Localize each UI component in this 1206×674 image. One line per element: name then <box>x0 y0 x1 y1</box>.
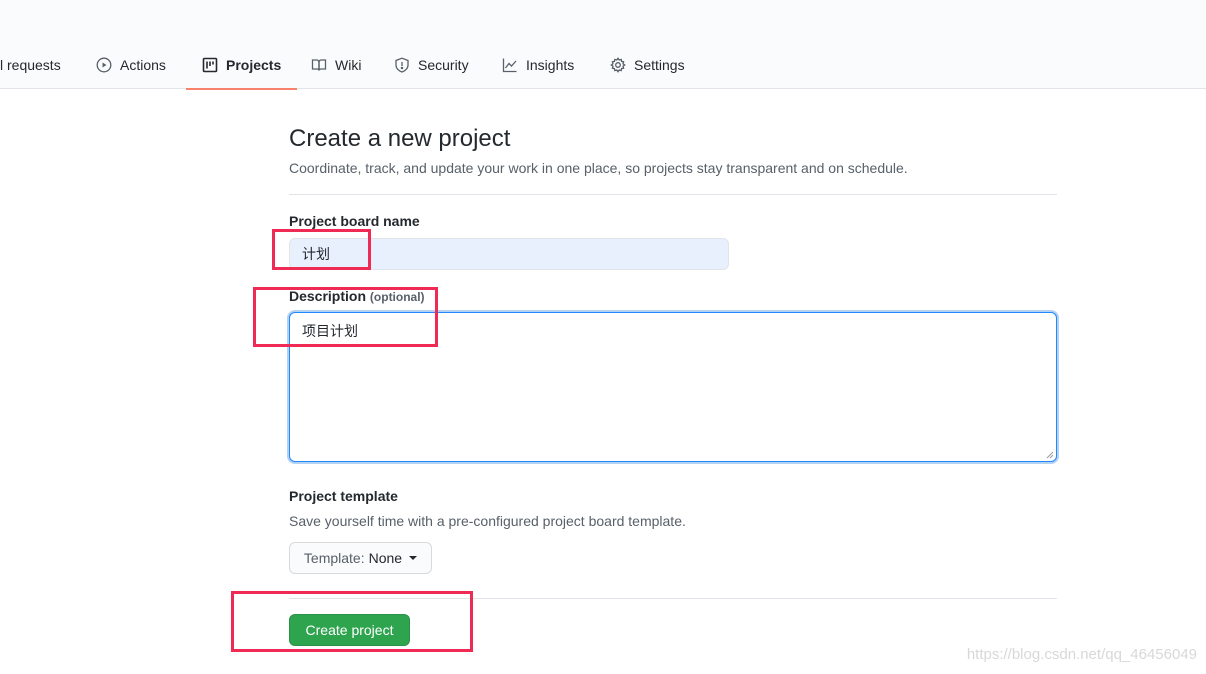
gear-icon <box>610 56 626 73</box>
play-icon <box>96 57 112 72</box>
tab-settings[interactable]: Settings <box>610 40 685 89</box>
repo-nav: l requests Actions Projects Wiki Securit… <box>0 0 1206 90</box>
tab-label: Security <box>418 56 469 73</box>
tab-wiki[interactable]: Wiki <box>311 40 361 89</box>
tab-label: Insights <box>526 56 575 73</box>
annotation-box-description <box>253 287 438 347</box>
template-prefix: Template: <box>303 550 365 566</box>
tab-label: Projects <box>226 56 282 73</box>
template-note: Save yourself time with a pre-configured… <box>289 513 686 529</box>
tab-label: Settings <box>634 56 685 73</box>
template-value: None <box>368 550 403 566</box>
graph-icon <box>502 58 517 72</box>
caret-down-icon <box>409 556 418 560</box>
page-title: Create a new project <box>289 125 511 152</box>
project-name-label: Project board name <box>289 213 420 229</box>
tab-pull-requests[interactable]: l requests <box>0 40 61 89</box>
new-project-form: Create a new project Coordinate, track, … <box>289 123 1057 646</box>
annotation-box-name <box>272 229 371 270</box>
page-subtitle: Coordinate, track, and update your work … <box>289 160 908 176</box>
tab-actions[interactable]: Actions <box>96 40 166 89</box>
tab-projects[interactable]: Projects <box>185 40 298 90</box>
shield-icon <box>395 57 409 73</box>
tab-label: l requests <box>0 56 61 73</box>
tab-insights[interactable]: Insights <box>502 40 574 89</box>
project-template-label: Project template <box>289 488 398 504</box>
tab-label: Wiki <box>335 56 362 73</box>
tab-security[interactable]: Security <box>394 40 469 89</box>
tab-label: Actions <box>120 56 166 73</box>
template-select-button[interactable]: Template: None <box>289 542 432 574</box>
annotation-box-create <box>231 591 473 652</box>
resize-grip-icon[interactable] <box>1046 451 1054 459</box>
project-icon <box>202 57 218 72</box>
book-icon <box>311 58 327 71</box>
watermark: https://blog.csdn.net/qq_46456049 <box>966 646 1197 663</box>
divider <box>289 194 1057 195</box>
